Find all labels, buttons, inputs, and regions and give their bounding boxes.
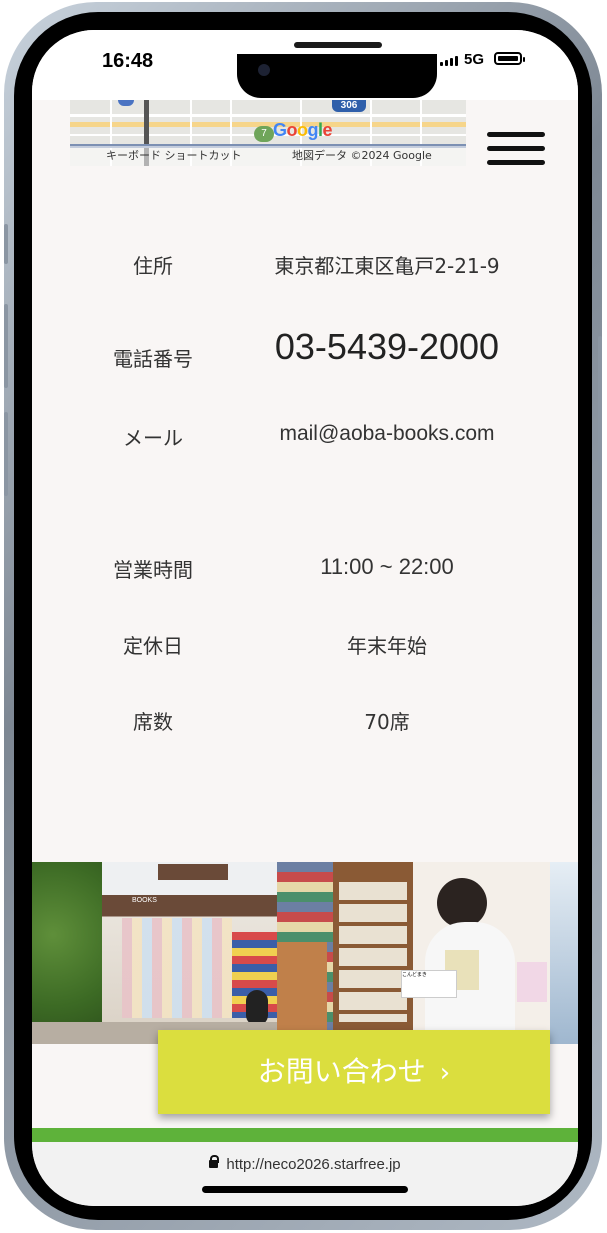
network-label: 5G	[464, 51, 485, 68]
seats-value: 70席	[364, 710, 410, 734]
signal-icon	[440, 56, 458, 66]
map-embed[interactable]: 306 7 Google キーボード ショートカット 地図データ ©2024 G…	[70, 100, 466, 166]
lock-icon	[209, 1155, 220, 1169]
hours-label: 営業時間	[113, 558, 193, 582]
hamburger-menu-icon[interactable]	[487, 132, 545, 172]
power-button	[598, 336, 602, 466]
speaker-grille	[294, 42, 382, 48]
screen: 16:48 5G 306 7 Google キーボード ショートカット 地図デー…	[32, 30, 578, 1206]
browser-url-bar[interactable]: http://neco2026.starfree.jp	[32, 1142, 578, 1206]
hours-value: 11:00 ~ 22:00	[320, 554, 454, 579]
url-display[interactable]: http://neco2026.starfree.jp	[32, 1155, 578, 1173]
clothing-photo	[550, 862, 578, 1044]
battery-icon	[494, 52, 525, 65]
contact-button[interactable]: お問い合わせ ›	[158, 1030, 550, 1114]
route-badge: 7	[254, 126, 274, 142]
contact-button-label: お問い合わせ	[257, 1055, 426, 1088]
email-label: メール	[123, 426, 183, 450]
camera-icon	[258, 64, 270, 76]
holiday-value: 年末年始	[347, 634, 427, 658]
notch	[237, 54, 437, 98]
email-value[interactable]: mail@aoba-books.com	[242, 422, 532, 446]
photo-strip: BOOKS こんどまき	[32, 862, 578, 1044]
url-text: http://neco2026.starfree.jp	[226, 1156, 401, 1173]
mute-switch	[4, 224, 8, 264]
keyboard-shortcut-link[interactable]: キーボード ショートカット	[106, 146, 242, 166]
footer-green-bar	[32, 1128, 578, 1142]
phone-number-value[interactable]: 03-5439-2000	[242, 326, 532, 368]
phone-label: 電話番号	[113, 347, 193, 371]
volume-up-button	[4, 304, 8, 388]
google-logo: Google	[273, 120, 333, 140]
storefront-sign: BOOKS	[132, 897, 157, 904]
book-sign-label: こんどまき	[401, 970, 457, 998]
map-attribution[interactable]: 地図データ ©2024 Google	[292, 146, 432, 166]
home-indicator[interactable]	[202, 1186, 408, 1193]
address-label: 住所	[133, 254, 173, 278]
map-footer: キーボード ショートカット 地図データ ©2024 Google	[70, 146, 466, 166]
interior-photo: こんどまき	[277, 862, 550, 1044]
volume-down-button	[4, 412, 8, 496]
seats-label: 席数	[133, 710, 173, 734]
holiday-label: 定休日	[123, 634, 183, 658]
storefront-photo: BOOKS	[32, 862, 277, 1044]
chevron-right-icon: ›	[439, 1058, 451, 1088]
address-value: 東京都江東区亀戸2-21-9	[274, 254, 500, 278]
route-sign: 306	[332, 100, 366, 112]
status-time: 16:48	[102, 50, 154, 72]
